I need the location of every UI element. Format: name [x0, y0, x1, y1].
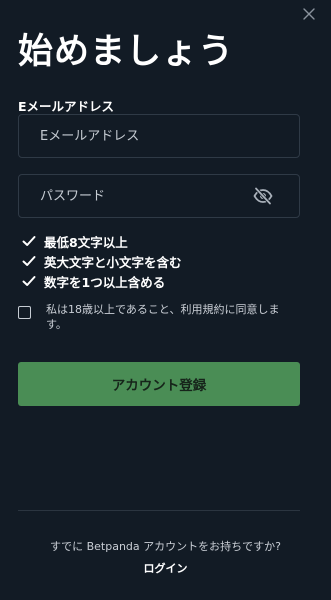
- rule-item: 最低8文字以上: [22, 231, 182, 251]
- password-rules: 最低8文字以上 英大文字と小文字を含む 数字を1つ以上含める: [22, 231, 182, 291]
- rule-label: 数字を1つ以上含める: [44, 274, 166, 290]
- close-icon[interactable]: [301, 6, 317, 22]
- eye-off-icon[interactable]: [253, 187, 273, 205]
- check-icon: [22, 236, 36, 246]
- register-button[interactable]: アカウント登録: [18, 362, 300, 406]
- signup-screen: 始めましょう Eメールアドレス 最低8文字以上 英大文字と小文字を含む: [0, 0, 331, 600]
- page-title: 始めましょう: [18, 32, 235, 72]
- password-field[interactable]: [40, 175, 250, 217]
- password-field-box: [18, 174, 300, 218]
- rule-label: 英大文字と小文字を含む: [44, 254, 182, 270]
- divider: [18, 510, 300, 511]
- consent-row: 私は18歳以上であること、利用規約に同意します。: [18, 302, 300, 336]
- rule-item: 数字を1つ以上含める: [22, 271, 182, 291]
- email-field-box: [18, 114, 300, 158]
- login-link[interactable]: ログイン: [0, 560, 331, 576]
- consent-checkbox[interactable]: [18, 306, 31, 319]
- email-field[interactable]: [40, 115, 250, 157]
- rule-item: 英大文字と小文字を含む: [22, 251, 182, 271]
- rule-label: 最低8文字以上: [44, 234, 128, 250]
- check-icon: [22, 256, 36, 266]
- email-label: Eメールアドレス: [18, 99, 115, 114]
- consent-text: 私は18歳以上であること、利用規約に同意します。: [46, 303, 280, 331]
- existing-account-text: すでに Betpanda アカウントをお持ちですか?: [50, 540, 281, 553]
- check-icon: [22, 276, 36, 286]
